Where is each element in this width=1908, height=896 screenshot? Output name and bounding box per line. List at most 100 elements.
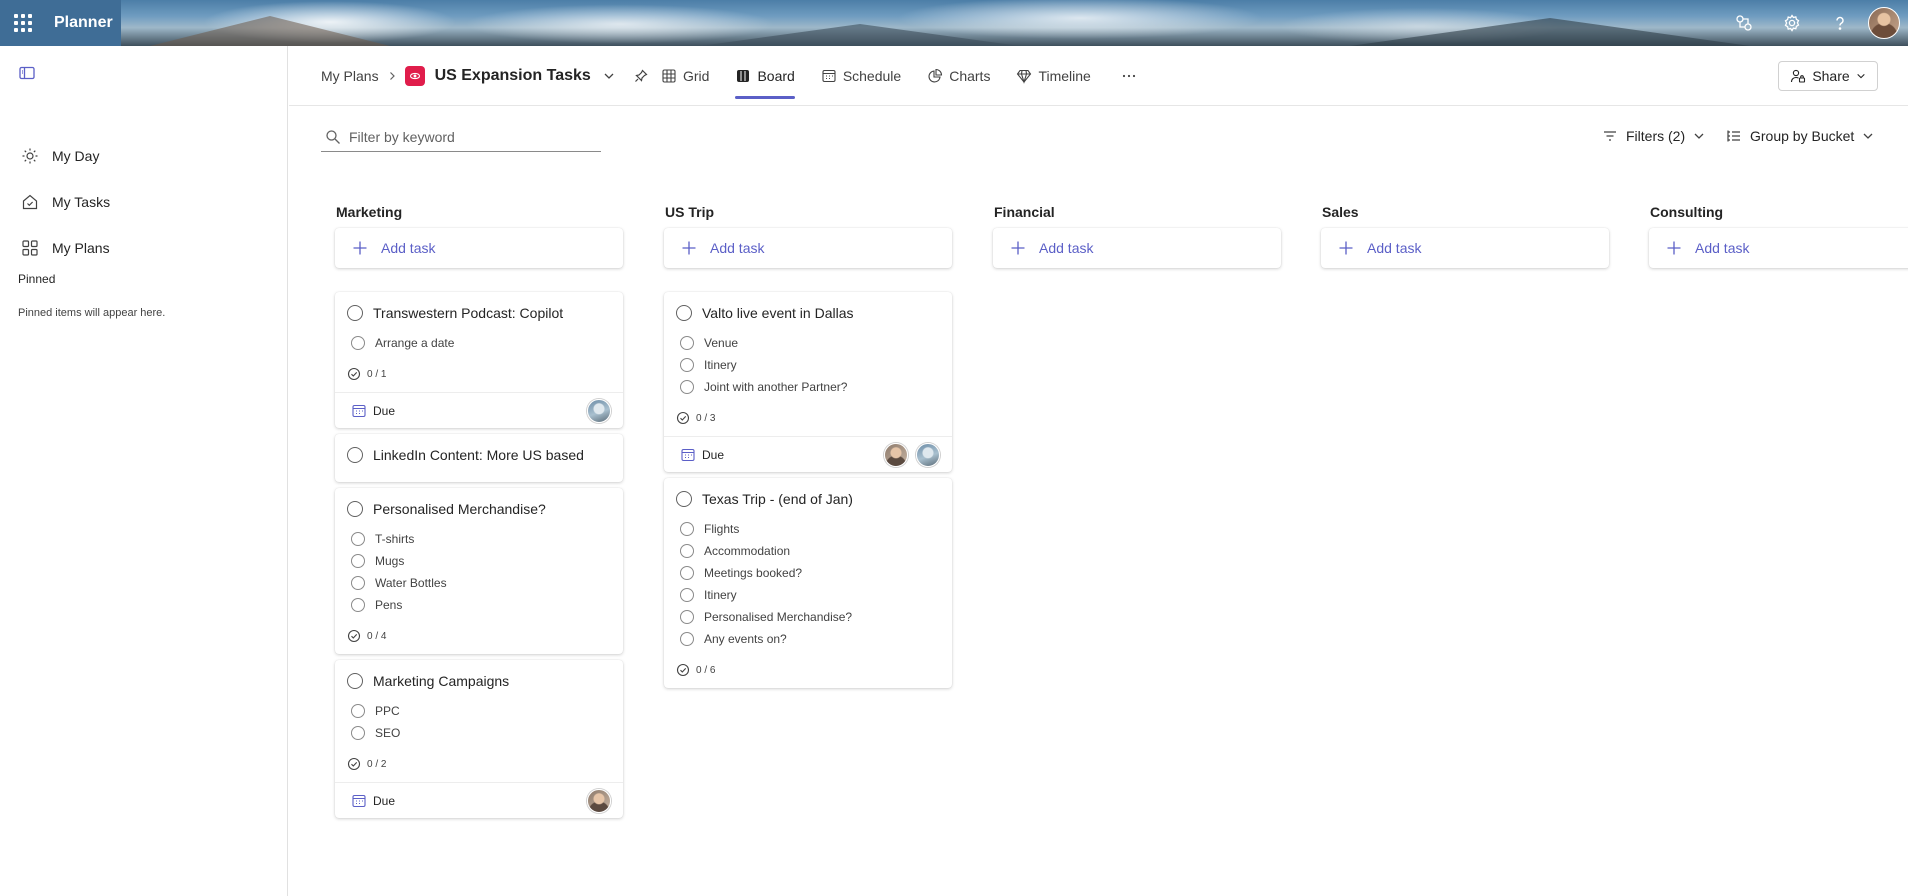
pin-plan-button[interactable] — [627, 62, 655, 90]
tab-charts[interactable]: Charts — [927, 46, 990, 106]
checklist-item-checkbox[interactable] — [351, 704, 365, 718]
checklist: PPC SEO — [347, 700, 611, 744]
plan-title[interactable]: US Expansion Tasks — [435, 67, 591, 85]
tab-timeline[interactable]: Timeline — [1016, 46, 1091, 106]
checklist-item-checkbox[interactable] — [680, 380, 694, 394]
task-card[interactable]: Texas Trip - (end of Jan) Flights Accommod… — [664, 478, 952, 688]
checklist-item-checkbox[interactable] — [351, 532, 365, 546]
app-launcher-button[interactable] — [0, 0, 46, 46]
plus-icon — [1665, 239, 1683, 257]
complete-task-checkbox[interactable] — [347, 673, 363, 689]
checklist-item: Water Bottles — [347, 572, 611, 594]
checklist-item-checkbox[interactable] — [680, 566, 694, 580]
plan-header: My Plans US Expansion Tasks Grid Board S… — [289, 46, 1908, 106]
add-task-label: Add task — [1695, 240, 1750, 256]
checklist-item-label: Venue — [704, 336, 739, 350]
assignee-avatar[interactable] — [884, 442, 908, 467]
checklist-item: Itinery — [676, 354, 940, 376]
bucket-column: US Trip Add task Valto live event in Dalla… — [664, 196, 952, 694]
sidebar-item-my-plans[interactable]: My Plans — [0, 228, 288, 268]
group-list-icon — [1726, 128, 1742, 144]
checklist-item-checkbox[interactable] — [680, 336, 694, 350]
settings-button[interactable] — [1768, 0, 1816, 46]
app-launcher-tile: Planner — [0, 0, 121, 46]
checklist-item-checkbox[interactable] — [351, 576, 365, 590]
bucket-column: Consulting Add task — [1649, 196, 1908, 292]
task-card[interactable]: Transwestern Podcast: Copilot Arrange a d… — [335, 292, 623, 428]
bucket-title: Financial — [994, 204, 1055, 220]
tab-grid[interactable]: Grid — [661, 46, 709, 106]
plan-menu-button[interactable] — [595, 62, 623, 90]
complete-task-checkbox[interactable] — [676, 305, 692, 321]
plus-icon — [1337, 239, 1355, 257]
account-avatar[interactable] — [1868, 7, 1900, 39]
gear-icon — [1784, 14, 1800, 32]
left-sidebar: My Day My Tasks My Plans Pinned Pinned i… — [0, 46, 288, 896]
assignee-avatar[interactable] — [587, 398, 611, 423]
group-by-button[interactable]: Group by Bucket — [1726, 122, 1874, 150]
checklist-item: Accommodation — [676, 540, 940, 562]
chevron-down-icon — [1693, 130, 1705, 142]
due-date-label: Due — [373, 793, 396, 808]
more-views-button[interactable] — [1117, 46, 1141, 106]
task-card[interactable]: Personalised Merchandise? T-shirts Mugs Wat… — [335, 488, 623, 654]
tab-schedule[interactable]: Schedule — [821, 46, 901, 106]
filters-button[interactable]: Filters (2) — [1602, 122, 1705, 150]
checklist-item-checkbox[interactable] — [351, 554, 365, 568]
add-task-button[interactable]: Add task — [335, 228, 623, 268]
checklist-item-checkbox[interactable] — [680, 522, 694, 536]
task-card-footer: Due — [335, 392, 623, 428]
bucket-column: Marketing Add task Transwestern Podcast: C… — [335, 196, 623, 824]
checklist-item-checkbox[interactable] — [351, 726, 365, 740]
tab-board[interactable]: Board — [735, 46, 796, 106]
task-card[interactable]: Marketing Campaigns PPC SEO 0 / 2 Due — [335, 660, 623, 818]
checklist-item: Itinery — [676, 584, 940, 606]
checklist-item-label: Joint with another Partner? — [704, 380, 848, 394]
checklist-progress-icon — [347, 757, 361, 771]
filter-keyword-input[interactable] — [349, 128, 589, 145]
top-right-actions — [1720, 0, 1908, 46]
checklist-item-label: Water Bottles — [375, 576, 447, 590]
sidebar-item-my-tasks[interactable]: My Tasks — [0, 182, 288, 222]
complete-task-checkbox[interactable] — [347, 305, 363, 321]
sidebar-item-label: My Day — [52, 148, 100, 164]
assignee-avatar[interactable] — [916, 442, 940, 467]
complete-task-checkbox[interactable] — [347, 447, 363, 463]
checklist-item-checkbox[interactable] — [680, 544, 694, 558]
checklist-progress-icon — [676, 411, 690, 425]
sidebar-item-my-day[interactable]: My Day — [0, 136, 288, 176]
checklist-item-checkbox[interactable] — [680, 358, 694, 372]
checklist-item-label: Pens — [375, 598, 403, 612]
checklist-item: PPC — [347, 700, 611, 722]
help-button[interactable] — [1816, 0, 1864, 46]
complete-task-checkbox[interactable] — [347, 501, 363, 517]
breadcrumb-my-plans[interactable]: My Plans — [321, 68, 379, 84]
bucket-title: Sales — [1322, 204, 1359, 220]
checklist-progress: 0 / 3 — [676, 410, 940, 426]
checklist: Arrange a date — [347, 332, 611, 354]
checklist-item-checkbox[interactable] — [351, 336, 365, 350]
checklist-item-checkbox[interactable] — [680, 588, 694, 602]
checklist: T-shirts Mugs Water Bottles Pens — [347, 528, 611, 616]
sidebar-toggle-button[interactable] — [18, 64, 38, 84]
checklist-item: Personalised Merchandise? — [676, 606, 940, 628]
share-button[interactable]: Share — [1778, 61, 1878, 91]
checklist-item: Any events on? — [676, 628, 940, 650]
connections-button[interactable] — [1720, 0, 1768, 46]
add-task-button[interactable]: Add task — [1321, 228, 1609, 268]
assignee-avatar[interactable] — [587, 788, 611, 813]
task-card-body: Valto live event in Dallas Venue Itinery Jo… — [664, 292, 952, 436]
pinned-empty-text: Pinned items will appear here. — [18, 307, 166, 319]
add-task-button[interactable]: Add task — [664, 228, 952, 268]
checklist-item-checkbox[interactable] — [680, 632, 694, 646]
checklist-progress-count: 0 / 6 — [696, 664, 716, 676]
checklist-item-checkbox[interactable] — [351, 598, 365, 612]
plus-icon — [680, 239, 698, 257]
add-task-button[interactable]: Add task — [993, 228, 1281, 268]
task-card[interactable]: LinkedIn Content: More US based — [335, 434, 623, 482]
complete-task-checkbox[interactable] — [676, 491, 692, 507]
task-card[interactable]: Valto live event in Dallas Venue Itinery Jo… — [664, 292, 952, 472]
add-task-button[interactable]: Add task — [1649, 228, 1908, 268]
checklist-item-checkbox[interactable] — [680, 610, 694, 624]
task-title-row: Personalised Merchandise? — [347, 500, 611, 518]
